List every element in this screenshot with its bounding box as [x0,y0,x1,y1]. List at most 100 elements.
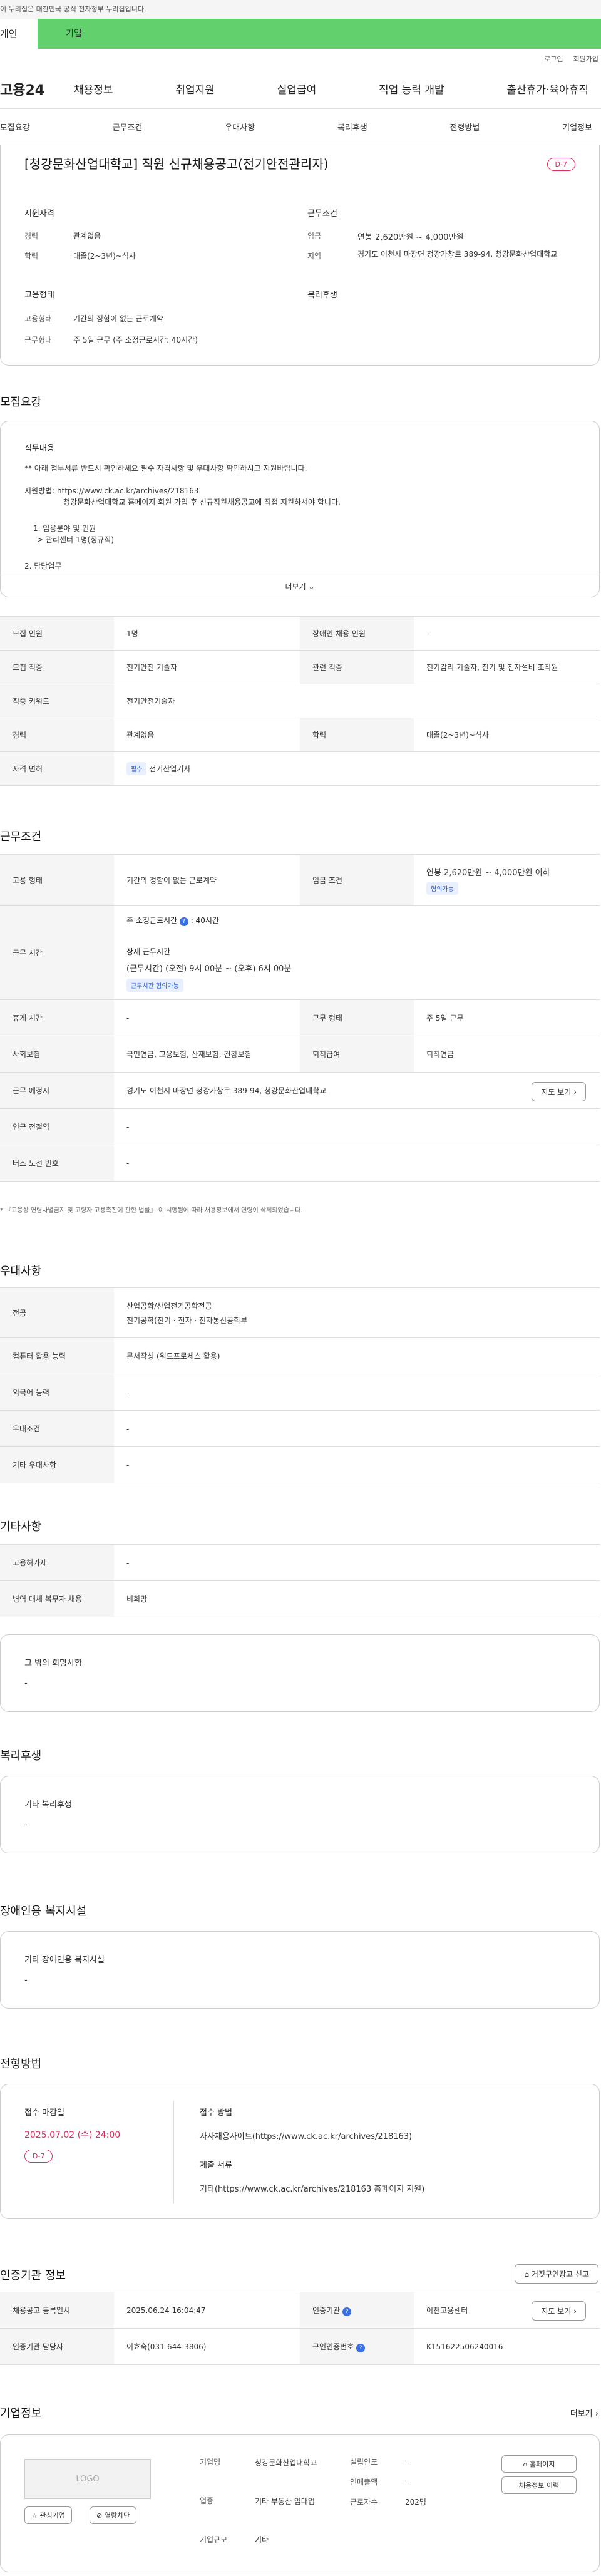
other-hope-heading: 그 밖의 희망사항 [24,1659,82,1668]
worktime-row-label: 근무 시간 [0,905,114,1000]
bus-row-value: - [114,1145,600,1182]
workform-row-label: 근무 형태 [300,999,414,1036]
info-icon[interactable]: ? [356,2343,366,2352]
rest-row-value: - [114,999,300,1036]
duty-line-4: 1. 임용분야 및 인원 [33,524,96,533]
company-box: LOGO ☆ 관심기업 ⊘ 열람차단 기업명 청강문화산업대학교 업종 기타 부… [0,2434,600,2572]
home-icon: ⌂ [523,2460,528,2468]
pref-condition-value: - [114,1410,600,1447]
tab-recruit[interactable]: 모집요강 [0,121,30,133]
employment-heading: 고용형태 [24,291,54,300]
gnb-item-unemployment[interactable]: 실업급여 [277,81,317,96]
job-history-label: 채용정보 이력 [518,2481,560,2490]
more-label: 더보기 [285,582,306,591]
duty-line-6: 2. 담당업무 [24,562,62,570]
worktime-hours: 40시간 [195,916,219,925]
etc-section-title: 기타사항 [0,1520,42,1533]
favorite-company-button[interactable]: ☆ 관심기업 [24,2506,72,2524]
post-date-label: 채용공고 등록일시 [0,2292,114,2329]
regno-label-cell: 구인인증번호 ? [300,2328,414,2365]
disability-box: 기타 장애인용 복지시설 - [0,1931,600,2009]
post-date-value: 2025.06.24 16:04:47 [114,2292,300,2329]
age-notice: * 『고용상 연령차별금지 및 고령자 고용촉진에 관한 법률』 이 시행됨에 … [0,1207,303,1214]
subway-row-label: 인근 전철역 [0,1108,114,1145]
welfare-box-value: - [24,1820,28,1830]
tab-preference[interactable]: 우대사항 [225,121,255,133]
edu-row-value: 대졸(2~3년)~석사 [414,718,600,752]
section-tabs: 모집요강 근무조건 우대사항 복리후생 전형방법 기업정보 [0,109,601,145]
emptype-value: 기간의 정함이 없는 근로계약 [73,314,163,323]
cert-table: 채용공고 등록일시 2025.06.24 16:04:47 인증기관 ? 이천고… [0,2292,600,2365]
pref-other-label: 기타 우대사항 [0,1446,114,1483]
join-link[interactable]: 회원가입 [573,54,598,64]
company-name-value: 청강문화산업대학교 [255,2458,317,2467]
homepage-button[interactable]: ⌂ 홈페이지 [501,2455,577,2473]
deadline-value: 2025.07.02 (수) 24:00 [24,2130,121,2140]
selection-divider [173,2101,174,2203]
gnb-item-jobs[interactable]: 채용정보 [74,81,113,96]
duty-line-1: ** 아래 첨부서류 반드시 확인하세요 필수 자격사항 및 우대사항 확인하시… [24,464,307,473]
gnb-item-employment-support[interactable]: 취업지원 [175,81,215,96]
computer-label: 컴퓨터 활용 능력 [0,1337,114,1374]
founded-label: 설립연도 [350,2458,378,2466]
recruit-table: 모집 인원 1명 장애인 채용 인원 - 모집 직종 전기안전 기술자 관련 직… [0,616,600,786]
deadline-heading: 접수 마감일 [24,2108,64,2118]
duty-box: 직무내용 ** 아래 첨부서류 반드시 확인하세요 필수 자격사항 및 우대사항… [0,421,600,597]
region-value: 경기도 이천시 마장면 청강가창로 389-94, 청강문화산업대학교 [357,250,558,259]
career-value: 관계없음 [73,232,101,240]
staff-label: 근로자수 [350,2498,378,2506]
login-link[interactable]: 로그인 [544,54,563,64]
map-view-button[interactable]: 지도 보기 › [532,1082,586,1101]
company-more-link[interactable]: 더보기 › [570,2407,598,2419]
tab-selection[interactable]: 전형방법 [450,121,480,133]
tab-company[interactable]: 기업 [38,19,601,49]
duty-line-2: 지원방법: https://www.ck.ac.kr/archives/2181… [24,487,199,495]
license-value: 전기산업기사 [149,765,191,773]
recruit-section-title: 모집요강 [0,396,42,409]
related-job-value: 전기감리 기술자, 전기 및 전자설비 조작원 [414,650,600,684]
more-button[interactable]: 더보기 ⌄ [1,575,599,597]
conditions-section-title: 근무조건 [0,830,42,843]
agency-map-label: 지도 보기 [541,2307,572,2316]
tab-conditions[interactable]: 근무조건 [113,121,143,133]
dday-badge: D-7 [547,158,575,171]
welfare-box: 기타 복리후생 - [0,1776,600,1853]
major-label: 전공 [0,1287,114,1338]
job-history-button[interactable]: 채용정보 이력 [501,2476,577,2494]
company-logo-placeholder: LOGO [24,2459,151,2499]
job-category-label: 모집 직종 [0,650,114,684]
user-type-tabs: 개인 기업 [0,19,601,49]
major-value-2: 전기공학(전기 · 전자 · 전자통신공학부 [126,1316,248,1325]
insurance-row-label: 사회보험 [0,1036,114,1073]
info-icon[interactable]: ? [342,2307,351,2316]
utility-links: 로그인 회원가입 [0,49,601,69]
sales-value: - [405,2476,408,2485]
etc-table: 고용허가제 - 병역 대체 복무자 채용 비희망 [0,1544,600,1617]
place-row-value: 경기도 이천시 마장면 청강가창로 389-94, 청강문화산업대학교 [126,1086,327,1095]
agency-label-cell: 인증기관 ? [300,2292,414,2329]
report-fake-ad-button[interactable]: ⌂ 거짓구인광고 신고 [515,2264,598,2284]
site-logo[interactable]: 고용24 [0,79,74,99]
job-title: [청강문화산업대학교] 직원 신규채용공고(전기안전관리자) [24,157,329,172]
map-view-label: 지도 보기 [541,1088,572,1096]
tab-company-info[interactable]: 기업정보 [562,121,592,133]
preference-section-title: 우대사항 [0,1265,42,1278]
worktime-main: 주 소정근로시간 [126,916,178,925]
conditions-heading: 근무조건 [307,209,337,219]
career-row-value: 관계없음 [114,718,300,752]
worktype-label: 근무형태 [24,336,53,344]
emptype-label: 고용형태 [24,314,53,323]
tab-welfare[interactable]: 복리후생 [337,121,367,133]
scale-label: 기업규모 [200,2535,228,2544]
license-cell: 필수 전기산업기사 [114,751,600,786]
scale-value: 기타 [255,2535,269,2544]
job-category-value: 전기안전 기술자 [114,650,300,684]
tab-personal[interactable]: 개인 [0,19,38,49]
major-value-1: 산업공학/산업전기공학전공 [126,1301,212,1311]
gnb-item-leave[interactable]: 출산휴가·육아휴직 [506,81,588,96]
detail-value: (근무시간) (오전) 9시 00분 ~ (오후) 6시 00분 [126,964,292,974]
agency-map-button[interactable]: 지도 보기 › [532,2301,586,2321]
block-view-button[interactable]: ⊘ 열람차단 [90,2506,137,2524]
gnb-item-training[interactable]: 직업 능력 개발 [379,81,444,96]
info-icon[interactable]: ? [179,917,188,926]
